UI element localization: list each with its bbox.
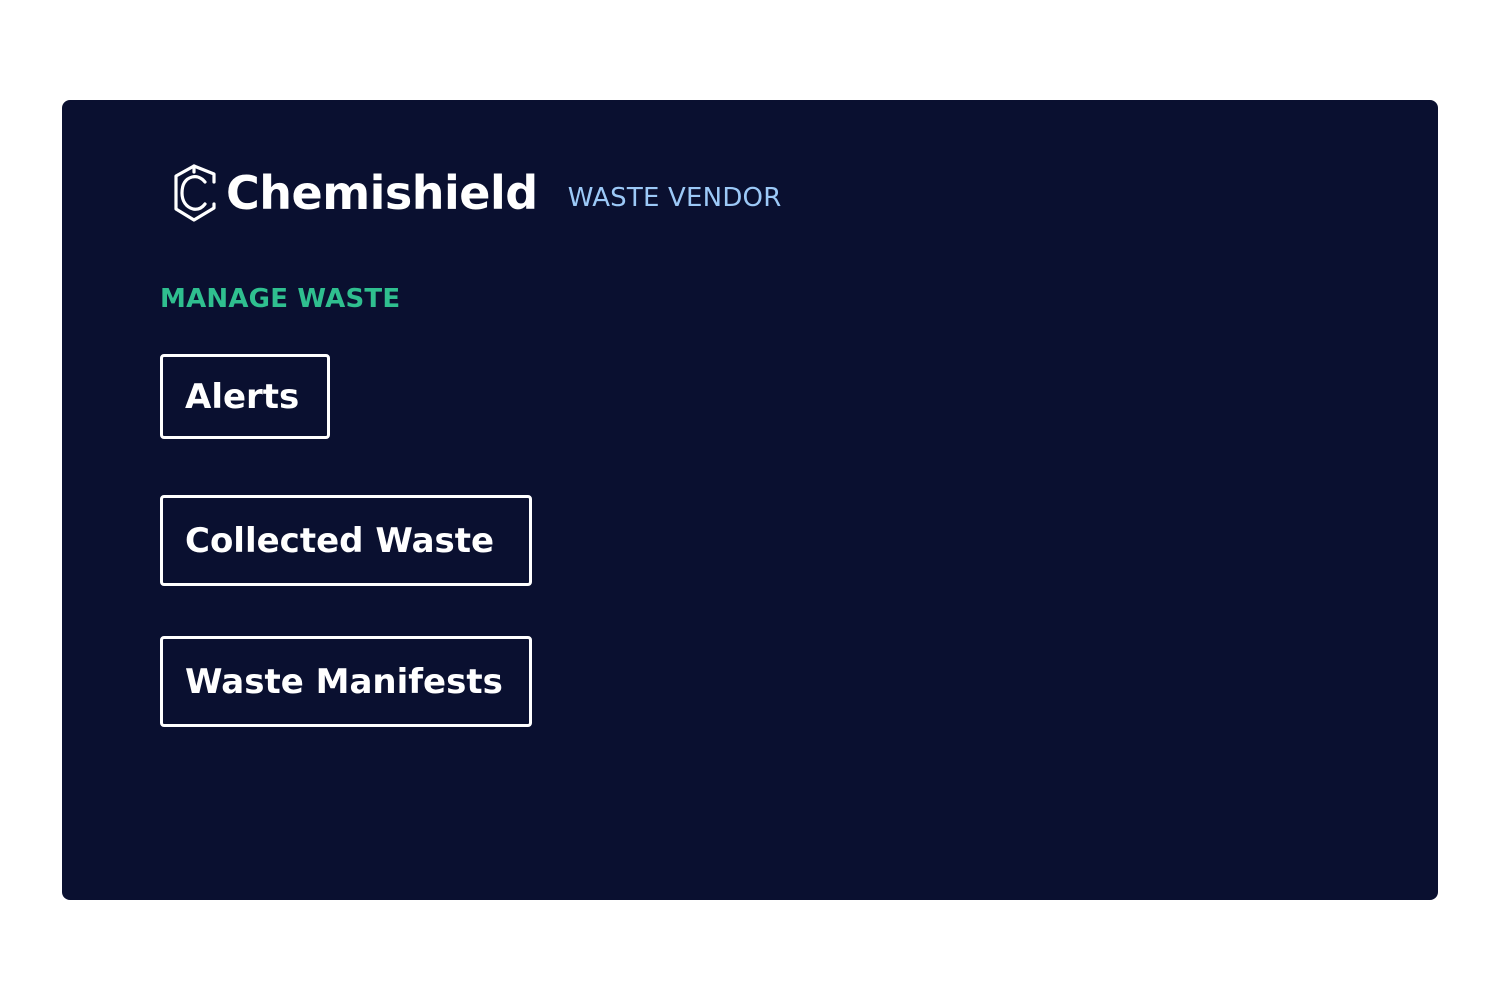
main-panel: Chemishield WASTE VENDOR MANAGE WASTE Al… [62,100,1438,900]
collected-waste-button[interactable]: Collected Waste [160,495,532,586]
brand-header: Chemishield WASTE VENDOR [170,162,781,224]
alerts-button[interactable]: Alerts [160,354,330,439]
waste-manifests-button[interactable]: Waste Manifests [160,636,532,727]
shield-c-icon [170,163,218,223]
brand-name: Chemishield [226,166,538,220]
section-heading-manage-waste: MANAGE WASTE [160,284,401,314]
alerts-button-label: Alerts [185,376,300,417]
collected-waste-button-label: Collected Waste [185,520,495,561]
waste-manifests-button-label: Waste Manifests [185,661,503,702]
role-badge: WASTE VENDOR [567,183,782,213]
